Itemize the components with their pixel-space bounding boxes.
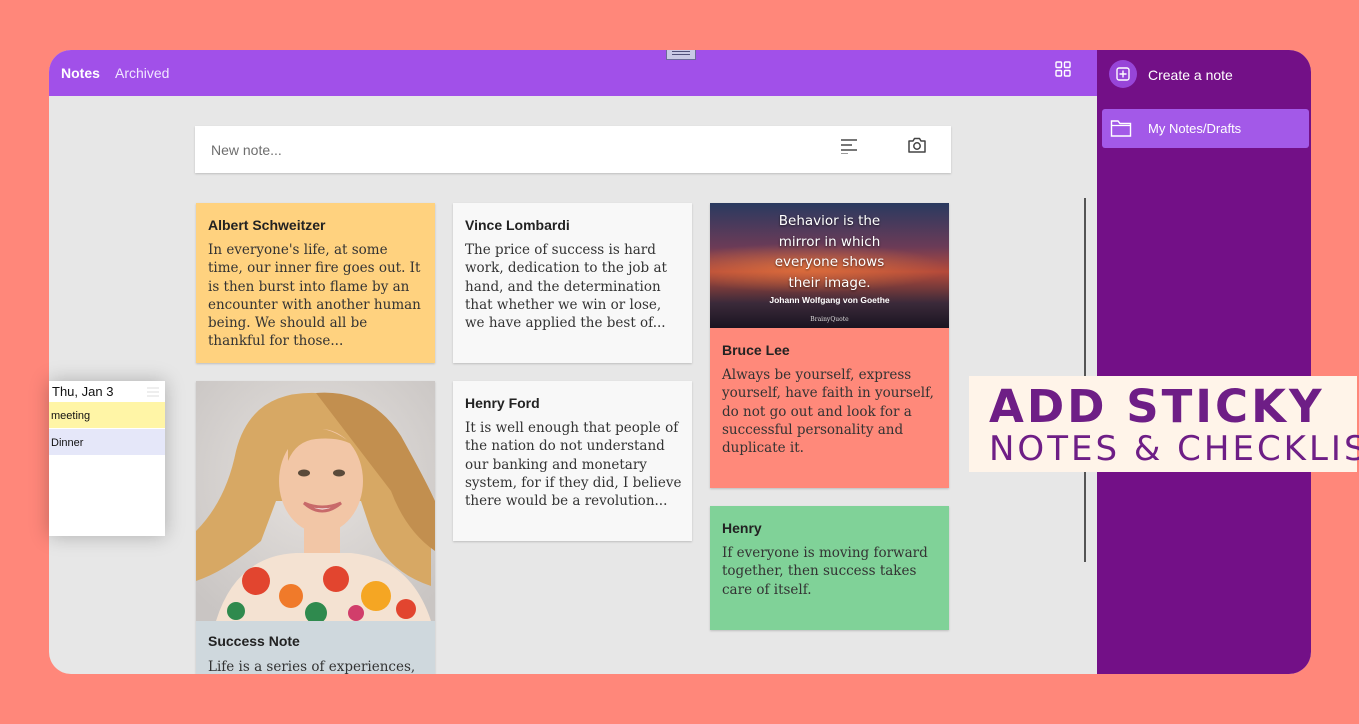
grid-view-icon[interactable]: [1055, 61, 1071, 77]
quote-brand: BrainyQuote: [810, 316, 849, 323]
note-card[interactable]: Success Note Life is a series of experie…: [196, 381, 435, 674]
quote-author: Johann Wolfgang von Goethe: [769, 295, 890, 305]
list-icon[interactable]: [840, 138, 858, 154]
notes-app-window: Notes Archived Create a note My Notes/Dr…: [49, 50, 1311, 674]
calendar-header: Thu, Jan 3: [49, 381, 165, 401]
note-body: Life is a series of experiences,: [208, 659, 416, 674]
menu-icon[interactable]: [146, 387, 160, 397]
banner-headline: ADD STICKY: [989, 380, 1325, 433]
note-title: Henry Ford: [465, 395, 540, 411]
create-note-button[interactable]: Create a note: [1109, 60, 1309, 90]
banner-subheadline: NOTES & CHECKLIST: [989, 429, 1359, 469]
quote-line: Behavior is the: [778, 213, 881, 229]
quote-text: Behavior is the mirror in which everyone…: [710, 211, 949, 293]
note-body: If everyone is moving forward together, …: [722, 545, 928, 598]
folder-label: My Notes/Drafts: [1148, 121, 1242, 136]
note-card[interactable]: Vince Lombardi The price of success is h…: [453, 203, 692, 363]
note-card[interactable]: Albert Schweitzer In everyone's life, at…: [196, 203, 435, 363]
calendar-event[interactable]: Dinner: [49, 429, 165, 455]
quote-line: mirror in which: [778, 233, 881, 250]
create-note-label: Create a note: [1148, 67, 1233, 83]
note-card[interactable]: Henry Ford It is well enough that people…: [453, 381, 692, 541]
quote-image: Behavior is the mirror in which everyone…: [710, 203, 949, 328]
note-body: It is well enough that people of the nat…: [465, 420, 682, 510]
note-body: The price of success is hard work, dedic…: [465, 242, 667, 332]
calendar-event[interactable]: meeting: [49, 402, 165, 428]
note-title: Success Note: [208, 633, 300, 649]
tab-archived[interactable]: Archived: [115, 65, 169, 81]
note-body: In everyone's life, at some time, our in…: [208, 242, 421, 350]
promo-banner: ADD STICKY NOTES & CHECKLIST: [969, 376, 1359, 472]
tab-notes[interactable]: Notes: [61, 65, 100, 81]
note-title: Henry: [722, 520, 762, 536]
woman-portrait-image: [196, 381, 435, 621]
top-bar: Notes Archived: [49, 50, 1097, 96]
add-note-icon: [1109, 60, 1137, 88]
note-title: Bruce Lee: [722, 342, 790, 358]
note-title: Albert Schweitzer: [208, 217, 326, 233]
new-note-input[interactable]: [209, 136, 773, 164]
folder-my-notes-drafts[interactable]: My Notes/Drafts: [1102, 109, 1309, 148]
note-card[interactable]: Henry If everyone is moving forward toge…: [710, 506, 949, 630]
folder-icon: [1110, 120, 1132, 137]
camera-icon[interactable]: [907, 136, 927, 154]
note-photo: [196, 381, 435, 621]
quote-line: their image.: [788, 274, 871, 291]
note-title: Vince Lombardi: [465, 217, 570, 233]
new-note-bar: [195, 126, 951, 173]
calendar-date: Thu, Jan 3: [52, 384, 114, 399]
calendar-widget: Thu, Jan 3 meeting Dinner: [49, 381, 165, 536]
sidebar: Create a note My Notes/Drafts: [1097, 50, 1311, 674]
drag-handle[interactable]: [666, 50, 696, 60]
note-card[interactable]: Behavior is the mirror in which everyone…: [710, 203, 949, 488]
note-body: Always be yourself, express yourself, ha…: [722, 367, 934, 457]
quote-line: everyone shows: [774, 254, 885, 270]
